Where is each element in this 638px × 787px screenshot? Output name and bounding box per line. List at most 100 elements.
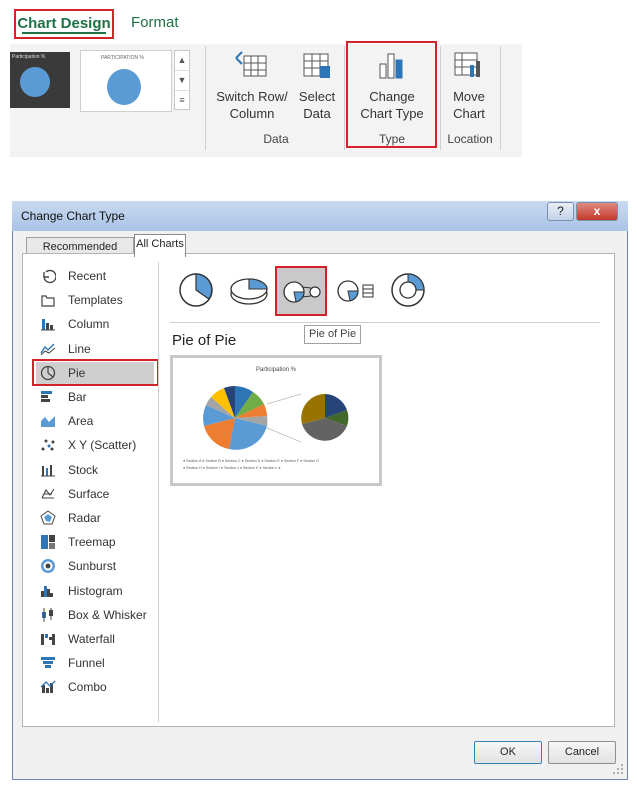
3d-pie-subtype-icon bbox=[230, 278, 268, 305]
chart-type-box-whisker[interactable]: Box & Whisker bbox=[36, 604, 154, 626]
chart-type-waterfall[interactable]: Waterfall bbox=[36, 628, 154, 650]
chart-type-label: Templates bbox=[68, 293, 123, 308]
chart-style-light-thumb[interactable]: PARTICIPATION % bbox=[80, 50, 172, 112]
chart-type-label: Combo bbox=[68, 680, 107, 695]
change-chart-type-button[interactable]: Change Chart Type bbox=[350, 46, 434, 126]
resize-grip-icon[interactable] bbox=[612, 763, 624, 775]
move-chart-line2: Chart bbox=[453, 106, 485, 121]
chart-preview[interactable]: Participation % ● Section A ● Section B … bbox=[170, 355, 382, 486]
waterfall-icon bbox=[41, 634, 55, 645]
combo-icon bbox=[40, 680, 56, 694]
chart-type-recent[interactable]: Recent bbox=[36, 265, 154, 287]
move-chart-line1: Move bbox=[453, 89, 485, 104]
pie-selection-highlight bbox=[32, 359, 159, 386]
thumb-pie-circle bbox=[20, 67, 50, 97]
subtype-pie[interactable] bbox=[176, 270, 216, 310]
switch-row-line2: Column bbox=[229, 106, 275, 121]
stock-icon bbox=[41, 464, 55, 477]
doughnut-subtype-icon bbox=[391, 273, 425, 307]
chart-type-radar[interactable]: Radar bbox=[36, 507, 154, 529]
switch-row-column-icon bbox=[235, 51, 267, 77]
panel-divider bbox=[158, 262, 159, 722]
line-icon bbox=[40, 343, 56, 355]
subtype-title: Pie of Pie bbox=[172, 332, 237, 349]
select-data-button[interactable]: Select Data bbox=[294, 46, 340, 126]
column-icon bbox=[41, 319, 55, 331]
change-chart-type-icon bbox=[379, 53, 403, 79]
pie-subtype-icon bbox=[179, 273, 213, 307]
area-icon bbox=[41, 416, 55, 428]
funnel-icon bbox=[41, 657, 55, 669]
chart-type-histogram[interactable]: Histogram bbox=[36, 580, 154, 602]
thumb-title-2: PARTICIPATION % bbox=[101, 55, 144, 61]
bar-of-pie-subtype-icon bbox=[337, 280, 374, 302]
gallery-down-icon[interactable]: ▼ bbox=[175, 70, 189, 90]
chart-type-label: Funnel bbox=[68, 656, 105, 671]
gallery-up-icon[interactable]: ▲ bbox=[175, 51, 189, 70]
chart-type-surface[interactable]: Surface bbox=[36, 483, 154, 505]
radar-icon bbox=[40, 510, 56, 525]
subtype-bar-of-pie[interactable] bbox=[336, 276, 376, 306]
group-label-type: Type bbox=[378, 132, 405, 146]
ribbon-separator bbox=[205, 46, 206, 150]
preview-pie-of-pie-graphic bbox=[203, 386, 349, 450]
chart-type-area[interactable]: Area bbox=[36, 410, 154, 432]
ok-button[interactable]: OK bbox=[474, 741, 542, 764]
chart-type-label: Sunburst bbox=[68, 559, 117, 574]
chart-style-dark-thumb[interactable]: Participation % bbox=[10, 52, 70, 108]
chart-type-line[interactable]: Line bbox=[36, 338, 154, 360]
close-button[interactable]: x bbox=[576, 202, 618, 221]
select-data-line2: Data bbox=[303, 106, 331, 121]
scatter-icon bbox=[41, 439, 55, 451]
chart-type-label: Waterfall bbox=[68, 632, 115, 646]
chart-type-label: Box & Whisker bbox=[68, 607, 147, 622]
tab-chart-design[interactable]: Chart Design bbox=[14, 9, 114, 39]
chart-type-label: Surface bbox=[68, 486, 110, 501]
chart-type-sunburst[interactable]: Sunburst bbox=[36, 555, 154, 577]
chart-type-label: Histogram bbox=[68, 583, 123, 598]
chart-type-label: Stock bbox=[68, 462, 99, 477]
tab-all-charts[interactable]: All Charts bbox=[134, 234, 186, 257]
preview-legend-line1: ● Section A ● Section B ● Section C ● Se… bbox=[183, 459, 320, 463]
thumb-pie-circle-2 bbox=[107, 69, 141, 105]
chart-type-column[interactable]: Column bbox=[36, 313, 154, 335]
chart-type-stock[interactable]: Stock bbox=[36, 459, 154, 481]
chart-type-funnel[interactable]: Funnel bbox=[36, 652, 154, 674]
move-chart-button[interactable]: Move Chart bbox=[444, 46, 494, 126]
select-data-line1: Select bbox=[298, 89, 336, 104]
chart-type-label: Radar bbox=[68, 511, 101, 525]
ribbon-separator bbox=[344, 46, 345, 150]
help-button[interactable]: ? bbox=[547, 202, 574, 221]
subtype-pie-of-pie[interactable] bbox=[275, 266, 327, 316]
chart-type-templates[interactable]: Templates bbox=[36, 289, 154, 311]
chart-type-scatter[interactable]: X Y (Scatter) bbox=[36, 434, 154, 456]
secondary-pie bbox=[301, 394, 349, 441]
tab-chart-design-label: Chart Design bbox=[17, 15, 111, 32]
change-chart-line2: Chart Type bbox=[360, 106, 424, 121]
gallery-more-icon[interactable]: ≡ bbox=[175, 90, 189, 110]
chart-type-label: Line bbox=[68, 341, 91, 356]
treemap-icon bbox=[41, 535, 55, 550]
change-chart-line1: Change bbox=[369, 89, 415, 104]
thumb-title: Participation % bbox=[12, 54, 46, 60]
select-data-icon bbox=[303, 53, 330, 78]
tab-format[interactable]: Format bbox=[131, 14, 179, 31]
chart-type-treemap[interactable]: Treemap bbox=[36, 531, 154, 553]
preview-legend-line2: ● Section H ● Section I ● Section J ● Se… bbox=[183, 466, 281, 470]
cancel-button[interactable]: Cancel bbox=[548, 741, 616, 764]
subtype-doughnut[interactable] bbox=[388, 270, 428, 310]
group-label-location: Location bbox=[447, 132, 493, 146]
gallery-scroll[interactable]: ▲ ▼ ≡ bbox=[174, 50, 190, 110]
chart-type-combo[interactable]: Combo bbox=[36, 676, 154, 698]
chart-type-bar[interactable]: Bar bbox=[36, 386, 154, 408]
main-pie bbox=[203, 386, 268, 450]
chart-type-label: Bar bbox=[68, 390, 87, 404]
subtype-3d-pie[interactable] bbox=[228, 274, 270, 308]
recent-icon bbox=[43, 269, 56, 284]
switch-row-line1: Switch Row/ bbox=[216, 89, 288, 104]
switch-row-column-button[interactable]: Switch Row/ Column bbox=[212, 46, 292, 126]
chart-type-label: Recent bbox=[68, 269, 107, 283]
close-icon: x bbox=[593, 204, 601, 218]
active-tab-underline bbox=[22, 32, 106, 34]
templates-icon bbox=[41, 295, 55, 307]
